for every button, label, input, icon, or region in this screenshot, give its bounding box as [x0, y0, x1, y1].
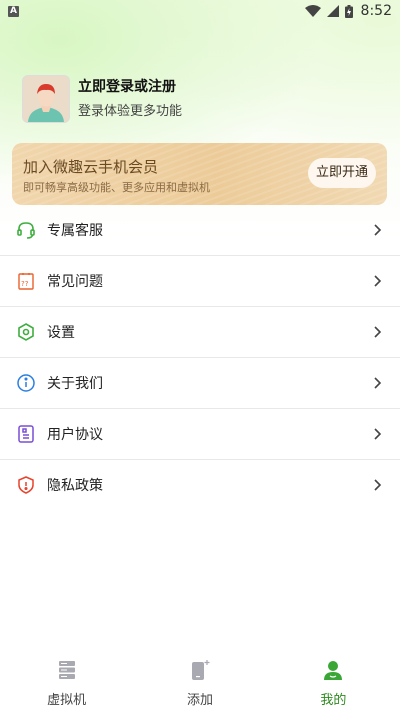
status-time: 8:52	[360, 3, 392, 19]
status-bar: A 8:52	[0, 0, 400, 22]
question-icon: ??	[16, 271, 36, 291]
avatar-illustration-icon	[23, 76, 69, 122]
menu-label-settings: 设置	[47, 325, 75, 341]
shield-icon	[16, 475, 36, 495]
menu-item-customer-service[interactable]: 专属客服	[0, 205, 400, 256]
menu-label-privacy-policy: 隐私政策	[47, 478, 103, 494]
battery-icon	[344, 4, 353, 18]
vip-open-button[interactable]: 立即开通	[307, 158, 376, 188]
settings-icon	[16, 322, 36, 342]
menu-item-user-agreement[interactable]: 用户协议	[0, 409, 400, 460]
menu-label-faq: 常见问题	[47, 274, 103, 290]
chevron-right-icon	[374, 326, 382, 338]
notification-icon: A	[8, 5, 19, 17]
menu-label-customer-service: 专属客服	[47, 223, 103, 239]
menu-item-faq[interactable]: ?? 常见问题	[0, 256, 400, 307]
chevron-right-icon	[374, 224, 382, 236]
settings-menu: 专属客服 ?? 常见问题 设置 关于我们 用户协议 隐私政策	[0, 205, 400, 510]
login-title[interactable]: 立即登录或注册	[78, 78, 182, 96]
server-icon	[58, 661, 75, 679]
chevron-right-icon	[374, 275, 382, 287]
info-icon	[16, 373, 36, 393]
profile-icon	[324, 661, 343, 680]
tab-add[interactable]: 添加	[133, 653, 266, 711]
tab-label-mine: 我的	[320, 693, 347, 708]
bottom-tab-bar: 虚拟机 添加 我的	[0, 653, 400, 711]
profile-section[interactable]: 立即登录或注册 登录体验更多功能	[22, 75, 182, 123]
vip-subtitle: 即可畅享高级功能、更多应用和虚拟机	[23, 181, 210, 194]
menu-item-settings[interactable]: 设置	[0, 307, 400, 358]
menu-label-about-us: 关于我们	[47, 376, 103, 392]
tab-mine[interactable]: 我的	[267, 653, 400, 711]
menu-label-user-agreement: 用户协议	[47, 427, 103, 443]
login-subtitle: 登录体验更多功能	[78, 104, 183, 119]
chevron-right-icon	[374, 479, 382, 491]
vip-title: 加入微趣云手机会员	[23, 158, 159, 176]
menu-item-privacy-policy[interactable]: 隐私政策	[0, 460, 400, 510]
signal-icon	[326, 5, 339, 17]
svg-text:??: ??	[21, 280, 29, 288]
chevron-right-icon	[374, 428, 382, 440]
vip-membership-card[interactable]: 加入微趣云手机会员 即可畅享高级功能、更多应用和虚拟机 立即开通	[12, 143, 387, 205]
tab-label-add: 添加	[186, 693, 213, 708]
chevron-right-icon	[374, 377, 382, 389]
menu-item-about-us[interactable]: 关于我们	[0, 358, 400, 409]
agreement-icon	[16, 424, 36, 444]
avatar[interactable]	[22, 75, 70, 123]
tab-virtual-machines[interactable]: 虚拟机	[0, 653, 133, 711]
tab-label-virtual-machines: 虚拟机	[47, 693, 87, 708]
headset-icon	[16, 220, 36, 240]
wifi-icon	[304, 5, 321, 17]
add-device-icon	[191, 660, 210, 680]
